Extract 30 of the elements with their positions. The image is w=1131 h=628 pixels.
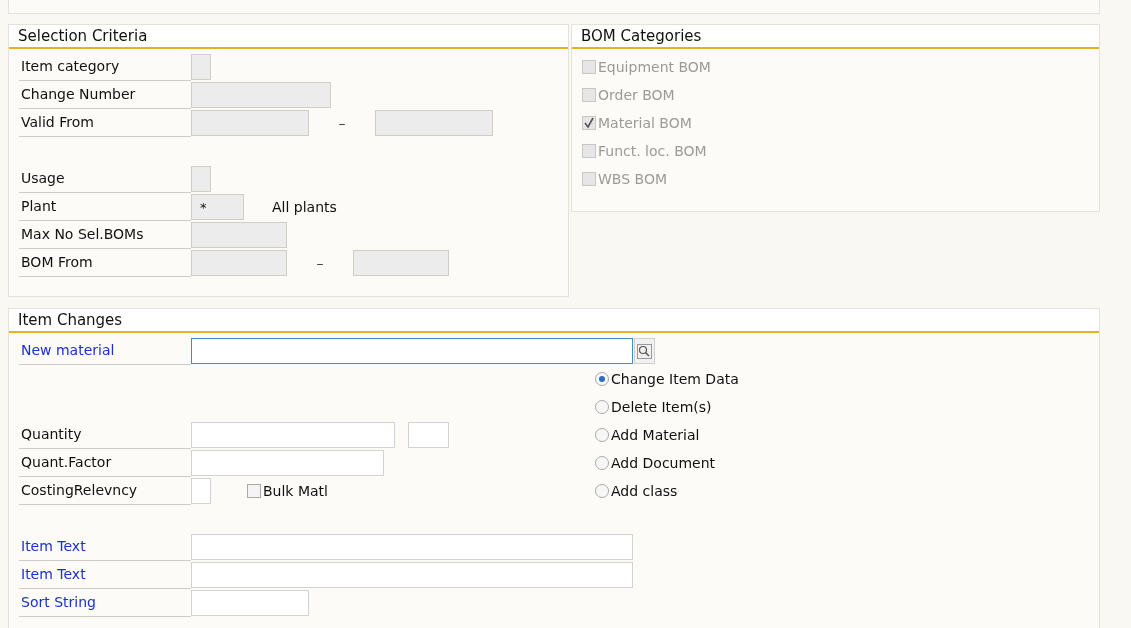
radio-button[interactable] <box>595 400 609 414</box>
input-field[interactable] <box>191 338 633 364</box>
radio-label: Add class <box>611 483 678 499</box>
radio-button[interactable] <box>595 428 609 442</box>
radio-button[interactable] <box>595 484 609 498</box>
panel-title: BOM Categories <box>572 25 1099 49</box>
input-field[interactable] <box>353 250 449 276</box>
panel-title: Selection Criteria <box>9 25 568 49</box>
panel-title: Item Changes <box>9 309 1099 333</box>
checkbox[interactable] <box>247 484 261 498</box>
input-field[interactable] <box>375 110 493 136</box>
radio-label: Add Material <box>611 427 700 443</box>
checkbox-label: Bulk Matl <box>263 483 328 499</box>
unit-field[interactable] <box>408 422 449 448</box>
radio-label: Delete Item(s) <box>611 399 712 415</box>
radio-label: Add Document <box>611 455 716 471</box>
checkbox-label: WBS BOM <box>598 171 667 187</box>
checkbox-label: Material BOM <box>598 115 692 131</box>
search-icon <box>637 343 652 359</box>
check-mark-icon <box>583 117 595 129</box>
range-separator: – <box>337 115 347 131</box>
checkbox-label: Funct. loc. BOM <box>598 143 707 159</box>
radio-label: Change Item Data <box>611 371 739 387</box>
radio-button[interactable] <box>595 456 609 470</box>
radio-button[interactable] <box>595 372 609 386</box>
checkbox-label: Order BOM <box>598 87 675 103</box>
range-separator: – <box>315 255 325 271</box>
search-button[interactable] <box>634 338 655 364</box>
field-description: All plants <box>272 199 337 215</box>
checkbox-label: Equipment BOM <box>598 59 711 75</box>
